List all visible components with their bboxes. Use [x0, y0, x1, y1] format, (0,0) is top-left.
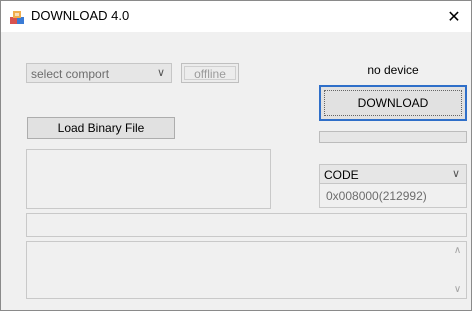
- address-value: 0x008000(212992): [326, 189, 427, 203]
- log-textarea[interactable]: ∧ ∨: [26, 241, 467, 299]
- comport-select-value: select comport: [31, 67, 110, 81]
- address-field[interactable]: 0x008000(212992): [319, 184, 467, 208]
- scroll-down-icon[interactable]: ∨: [449, 281, 466, 298]
- download-progress-bar: [319, 131, 467, 143]
- memory-region-value: CODE: [324, 168, 359, 182]
- chevron-down-icon: ∨: [451, 168, 460, 180]
- offline-button[interactable]: offline: [181, 63, 239, 83]
- focus-rect: [324, 90, 462, 116]
- app-icon: [9, 9, 25, 25]
- offline-button-label: offline: [184, 66, 236, 81]
- close-button[interactable]: ✕: [437, 1, 471, 32]
- log-scrollbar[interactable]: ∧ ∨: [449, 242, 466, 298]
- chevron-down-icon: ∨: [156, 67, 165, 79]
- file-info-box: [26, 149, 271, 209]
- window-title: DOWNLOAD 4.0: [31, 8, 130, 23]
- memory-region-select[interactable]: CODE ∨: [319, 164, 467, 184]
- status-field: [26, 213, 467, 237]
- scroll-up-icon[interactable]: ∧: [449, 242, 466, 259]
- device-status: no device: [367, 63, 419, 77]
- app-window: DOWNLOAD 4.0 ✕ select comport ∨ offline …: [0, 0, 472, 311]
- title-bar[interactable]: DOWNLOAD 4.0 ✕: [1, 1, 471, 32]
- download-button[interactable]: DOWNLOAD: [319, 85, 467, 121]
- comport-select[interactable]: select comport ∨: [26, 63, 172, 83]
- load-binary-button[interactable]: Load Binary File: [27, 117, 175, 139]
- close-icon: ✕: [447, 7, 461, 26]
